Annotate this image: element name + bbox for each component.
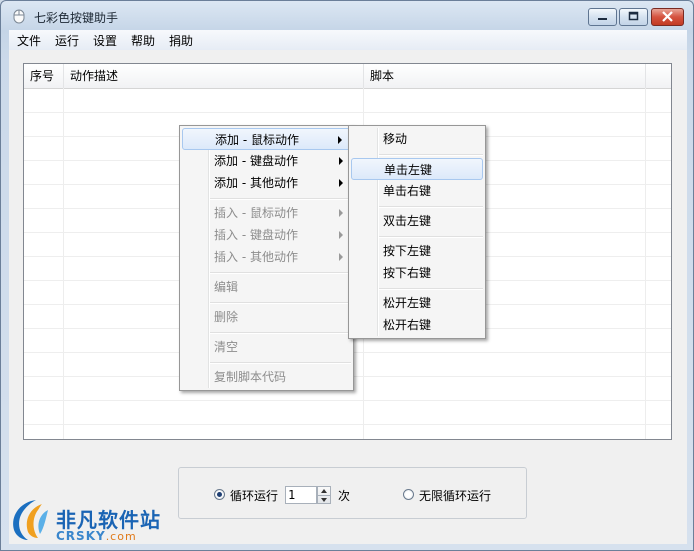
menu-clear[interactable]: 清空 — [182, 336, 351, 358]
menu-add-keyboard-action[interactable]: 添加 - 键盘动作 — [182, 150, 351, 172]
menu-insert-keyboard-action[interactable]: 插入 - 键盘动作 — [182, 224, 351, 246]
menu-delete[interactable]: 删除 — [182, 306, 351, 328]
submenu-arrow-icon — [339, 231, 343, 239]
loop-options-group: 循环运行 1 次 无限循环运行 — [178, 467, 527, 519]
close-icon — [662, 11, 673, 22]
menu-edit[interactable]: 编辑 — [182, 276, 351, 298]
maximize-icon — [628, 11, 639, 21]
submenu-right-click[interactable]: 单击右键 — [351, 180, 483, 202]
window-title: 七彩色按键助手 — [34, 11, 119, 25]
menu-insert-other-action[interactable]: 插入 - 其他动作 — [182, 246, 351, 268]
submenu-arrow-icon — [339, 253, 343, 261]
loop-label[interactable]: 循环运行 — [230, 487, 278, 504]
grid-line — [63, 88, 64, 439]
submenu-arrow-icon — [338, 136, 342, 144]
grid-line — [24, 400, 671, 401]
column-index[interactable]: 序号 — [24, 64, 64, 88]
loop-count-input[interactable]: 1 — [285, 486, 317, 504]
minimize-button[interactable] — [588, 8, 617, 26]
mouse-icon — [13, 9, 25, 24]
grid-line — [24, 112, 671, 113]
watermark-logo-icon — [13, 500, 48, 540]
menu-add-mouse-action[interactable]: 添加 - 鼠标动作 — [182, 128, 351, 150]
submenu-release-right[interactable]: 松开右键 — [351, 314, 483, 336]
submenu-move[interactable]: 移动 — [351, 128, 483, 150]
infinite-loop-label[interactable]: 无限循环运行 — [419, 487, 491, 504]
grid-line — [645, 88, 646, 439]
loop-unit-label: 次 — [338, 489, 351, 503]
column-description[interactable]: 动作描述 — [64, 64, 364, 88]
menu-donate[interactable]: 捐助 — [167, 32, 195, 49]
menu-copy-script-code[interactable]: 复制脚本代码 — [182, 366, 351, 388]
submenu-left-click[interactable]: 单击左键 — [351, 158, 483, 180]
submenu-press-right[interactable]: 按下右键 — [351, 262, 483, 284]
submenu-release-left[interactable]: 松开左键 — [351, 292, 483, 314]
watermark-domain: CRSKY.com — [56, 529, 137, 543]
submenu-arrow-icon — [339, 179, 343, 187]
maximize-button[interactable] — [619, 8, 648, 26]
submenu-double-left-click[interactable]: 双击左键 — [351, 210, 483, 232]
infinite-loop-radio[interactable] — [403, 489, 414, 500]
context-menu: 添加 - 鼠标动作 添加 - 键盘动作 添加 - 其他动作 插入 - 鼠标动作 … — [179, 125, 354, 391]
menu-add-other-action[interactable]: 添加 - 其他动作 — [182, 172, 351, 194]
loop-radio[interactable] — [214, 489, 225, 500]
submenu-arrow-icon — [339, 157, 343, 165]
loop-count-stepper[interactable] — [317, 486, 331, 504]
menu-settings[interactable]: 设置 — [91, 32, 119, 49]
minimize-icon — [598, 18, 607, 20]
chevron-up-icon[interactable] — [321, 489, 327, 493]
menu-run[interactable]: 运行 — [53, 32, 81, 49]
menu-insert-mouse-action[interactable]: 插入 - 鼠标动作 — [182, 202, 351, 224]
menu-file[interactable]: 文件 — [15, 32, 43, 49]
list-header: 序号 动作描述 脚本 — [24, 64, 671, 89]
close-button[interactable] — [651, 8, 684, 26]
submenu-arrow-icon — [339, 209, 343, 217]
grid-line — [24, 424, 671, 425]
column-script[interactable]: 脚本 — [364, 64, 646, 88]
mouse-action-submenu: 移动 单击左键 单击右键 双击左键 按下左键 按下右键 松开左键 松开右键 — [348, 125, 486, 339]
title-bar[interactable]: 七彩色按键助手 — [1, 1, 693, 31]
submenu-press-left[interactable]: 按下左键 — [351, 240, 483, 262]
menu-help[interactable]: 帮助 — [129, 32, 157, 49]
chevron-down-icon[interactable] — [321, 498, 327, 502]
main-window: 七彩色按键助手 文件 运行 设置 帮助 捐助 序号 动作描述 脚本 循环运行 1… — [0, 0, 694, 551]
menu-bar: 文件 运行 设置 帮助 捐助 — [9, 30, 687, 50]
